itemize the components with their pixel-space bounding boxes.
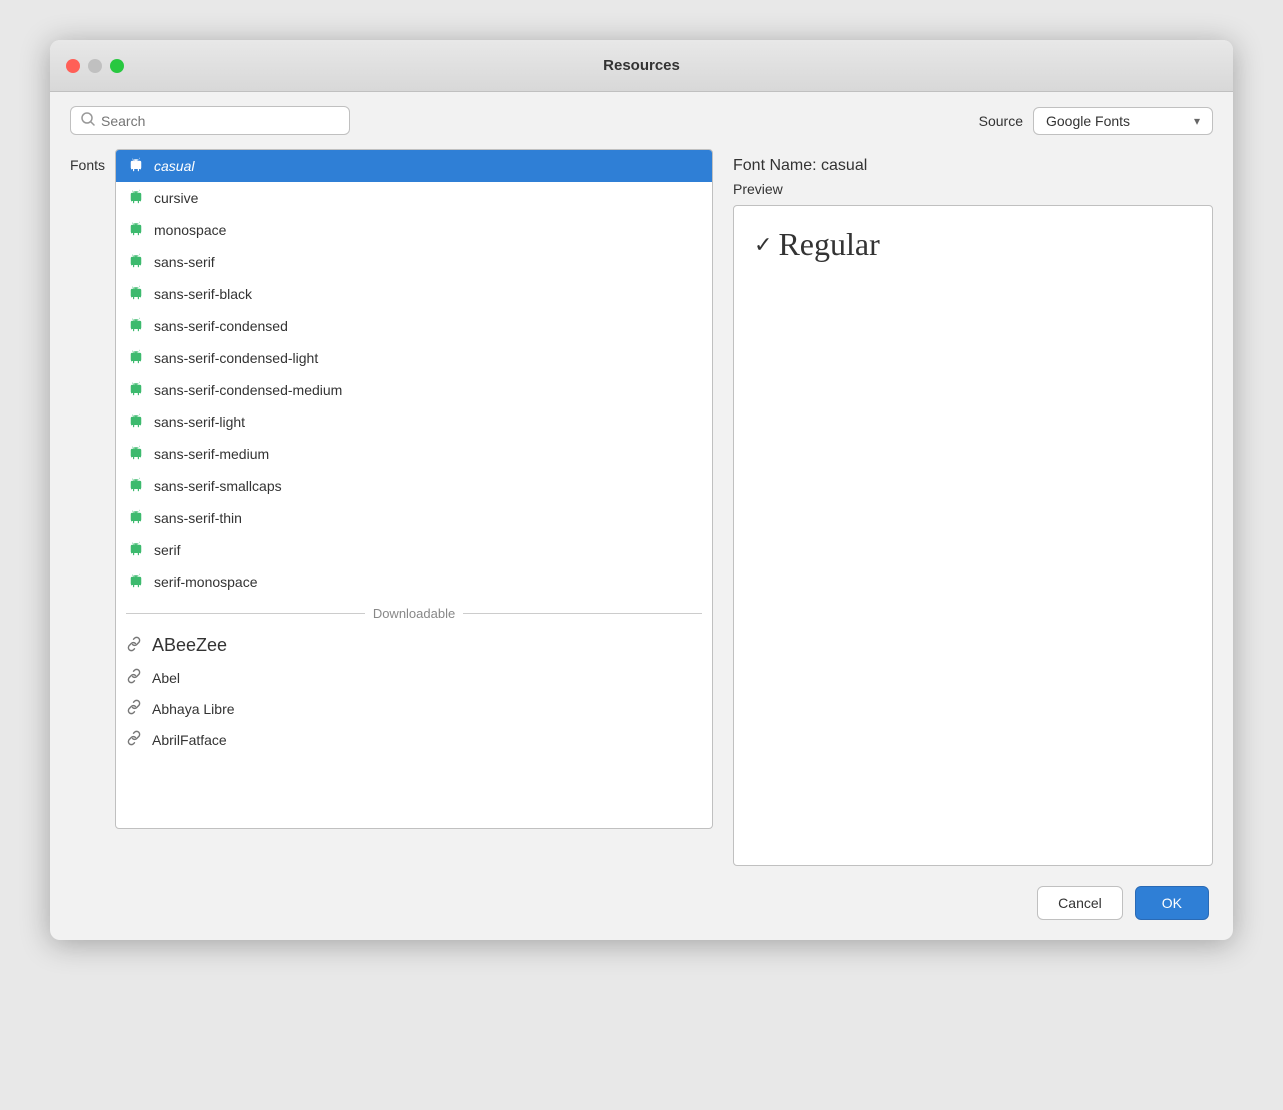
font-list-item[interactable]: sans-serif-condensed [116, 310, 712, 342]
font-item-name: sans-serif-condensed-medium [154, 382, 342, 398]
fonts-section: Fonts casual cursive monospace sans-seri… [70, 149, 713, 866]
font-list-item[interactable]: sans-serif-condensed-light [116, 342, 712, 374]
font-item-name: sans-serif-thin [154, 510, 242, 526]
android-icon [126, 156, 146, 176]
font-list-item[interactable]: sans-serif-smallcaps [116, 470, 712, 502]
font-item-name: serif [154, 542, 180, 558]
font-item-name: ABeeZee [152, 635, 227, 656]
font-item-name: sans-serif-medium [154, 446, 269, 462]
toolbar: Source Google Fonts ▾ [50, 92, 1233, 149]
source-dropdown[interactable]: Google Fonts ▾ [1033, 107, 1213, 135]
ok-button[interactable]: OK [1135, 886, 1209, 920]
font-item-name: sans-serif-smallcaps [154, 478, 282, 494]
source-value: Google Fonts [1046, 113, 1130, 129]
font-list[interactable]: casual cursive monospace sans-serif sans… [116, 150, 712, 828]
titlebar: Resources [50, 40, 1233, 92]
font-item-name: monospace [154, 222, 226, 238]
separator-line [126, 613, 365, 614]
font-item-name: sans-serif-condensed [154, 318, 288, 334]
font-list-item[interactable]: serif [116, 534, 712, 566]
resources-window: Resources Source Google Fonts ▾ Fonts [50, 40, 1233, 940]
fonts-label: Fonts [70, 149, 105, 173]
checkmark-icon: ✓ [754, 232, 772, 258]
window-title: Resources [603, 57, 680, 74]
search-icon [81, 112, 95, 129]
font-item-name: AbrilFatface [152, 732, 227, 748]
font-item-name: sans-serif [154, 254, 215, 270]
font-list-item[interactable]: casual [116, 150, 712, 182]
font-item-name: Abhaya Libre [152, 701, 235, 717]
preview-box: ✓ Regular [733, 205, 1213, 866]
font-item-name: Abel [152, 670, 180, 686]
maximize-button[interactable] [110, 59, 124, 73]
downloadable-font-item[interactable]: AbrilFatface [116, 724, 712, 755]
font-item-name: casual [154, 158, 194, 174]
android-icon [126, 476, 146, 496]
font-list-item[interactable]: sans-serif-light [116, 406, 712, 438]
downloadable-font-item[interactable]: Abhaya Libre [116, 693, 712, 724]
font-list-item[interactable]: serif-monospace [116, 566, 712, 598]
search-box[interactable] [70, 106, 350, 135]
link-icon [126, 668, 142, 687]
downloadable-font-item[interactable]: ABeeZee [116, 629, 712, 662]
android-icon [126, 348, 146, 368]
font-list-item[interactable]: sans-serif-condensed-medium [116, 374, 712, 406]
android-icon [126, 540, 146, 560]
downloadable-label: Downloadable [373, 606, 455, 621]
android-icon [126, 252, 146, 272]
android-icon [126, 284, 146, 304]
android-icon [126, 508, 146, 528]
source-label: Source [979, 113, 1023, 129]
font-item-name: serif-monospace [154, 574, 258, 590]
cancel-button[interactable]: Cancel [1037, 886, 1123, 920]
font-list-item[interactable]: sans-serif-thin [116, 502, 712, 534]
preview-regular: ✓ Regular [754, 226, 1192, 263]
link-icon [126, 699, 142, 718]
separator-line-right [463, 613, 702, 614]
link-icon [126, 636, 142, 655]
font-item-name: cursive [154, 190, 198, 206]
font-name-header: Font Name: casual [733, 149, 1213, 181]
font-item-name: sans-serif-black [154, 286, 252, 302]
android-icon [126, 572, 146, 592]
preview-style-label: Regular [778, 226, 879, 263]
font-item-name: sans-serif-condensed-light [154, 350, 318, 366]
android-icon [126, 316, 146, 336]
font-list-item[interactable]: sans-serif-medium [116, 438, 712, 470]
close-button[interactable] [66, 59, 80, 73]
android-icon [126, 220, 146, 240]
chevron-down-icon: ▾ [1194, 114, 1200, 128]
footer: Cancel OK [50, 866, 1233, 940]
link-icon [126, 730, 142, 749]
source-row: Source Google Fonts ▾ [979, 107, 1213, 135]
details-panel: Font Name: casual Preview ✓ Regular [713, 149, 1213, 866]
font-list-item[interactable]: sans-serif-black [116, 278, 712, 310]
android-icon [126, 188, 146, 208]
window-controls [66, 59, 124, 73]
android-icon [126, 380, 146, 400]
search-input[interactable] [101, 113, 339, 129]
android-icon [126, 412, 146, 432]
downloadable-separator: Downloadable [116, 598, 712, 629]
android-icon [126, 444, 146, 464]
font-item-name: sans-serif-light [154, 414, 245, 430]
main-content: Fonts casual cursive monospace sans-seri… [50, 149, 1233, 866]
downloadable-font-item[interactable]: Abel [116, 662, 712, 693]
minimize-button[interactable] [88, 59, 102, 73]
font-list-item[interactable]: monospace [116, 214, 712, 246]
font-list-item[interactable]: sans-serif [116, 246, 712, 278]
font-list-container: casual cursive monospace sans-serif sans… [115, 149, 713, 829]
font-list-item[interactable]: cursive [116, 182, 712, 214]
preview-label: Preview [733, 181, 1213, 197]
